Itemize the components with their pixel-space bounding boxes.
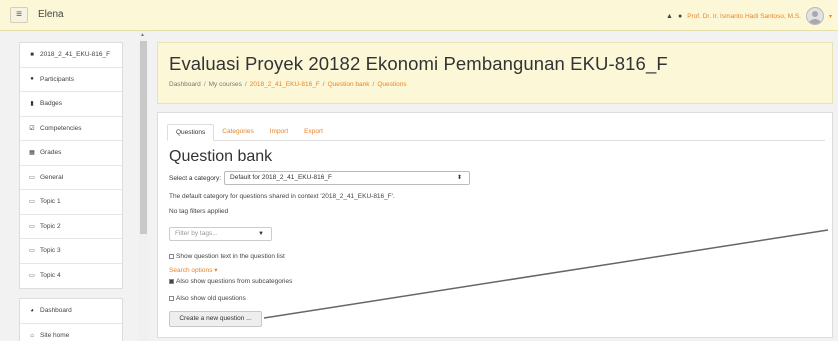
- tag-filter-placeholder: Filter by tags...: [175, 230, 218, 237]
- page-header: Evaluasi Proyek 20182 Ekonomi Pembanguna…: [157, 42, 833, 104]
- users-icon: ●: [30, 76, 34, 83]
- sidebar-item-general[interactable]: ▭ General: [20, 166, 122, 190]
- nav-drawer: ■ 2018_2_41_EKU-816_F ● Participants ▮ B…: [19, 42, 123, 341]
- category-info: The default category for questions share…: [169, 193, 395, 200]
- subcategories-option[interactable]: Also show questions from subcategories: [169, 278, 292, 285]
- scrollbar-thumb[interactable]: [140, 41, 147, 234]
- section-title: Question bank: [169, 148, 273, 165]
- sidebar-item-label: Grades: [40, 149, 62, 157]
- course-nav-group: ■ 2018_2_41_EKU-816_F ● Participants ▮ B…: [19, 42, 123, 289]
- user-menu: ▲ ● Prof. Dr. Ir. Ismanto Hadi Santoso, …: [666, 6, 832, 26]
- search-options-label: Search options: [169, 267, 213, 274]
- sidebar-item-label: 2018_2_41_EKU-816_F: [40, 51, 111, 59]
- hamburger-icon[interactable]: ≡: [10, 7, 28, 23]
- site-name[interactable]: Elena: [38, 9, 64, 20]
- subcategories-label: Also show questions from subcategories: [176, 278, 293, 285]
- old-questions-label: Also show old questions: [176, 295, 246, 302]
- sidebar-item-grades[interactable]: ▦ Grades: [20, 141, 122, 166]
- sidebar-item-label: Participants: [40, 75, 74, 83]
- top-navbar: ≡ Elena ▲ ● Prof. Dr. Ir. Ismanto Hadi S…: [0, 0, 838, 31]
- table-icon: ▦: [29, 150, 35, 157]
- message-icon[interactable]: ●: [678, 13, 682, 20]
- caret-down-icon: ▼: [258, 231, 264, 237]
- category-select[interactable]: Default for 2018_2_41_EKU-816_F ⬍: [224, 171, 471, 185]
- sidebar-item-competencies[interactable]: ☑ Competencies: [20, 117, 122, 141]
- tab-categories[interactable]: Categories: [214, 124, 261, 141]
- tab-import[interactable]: Import: [262, 124, 296, 141]
- sidebar-item-topic-1[interactable]: ▭ Topic 1: [20, 190, 122, 215]
- select-arrows-icon: ⬍: [457, 175, 463, 181]
- old-questions-option[interactable]: Also show old questions: [169, 295, 246, 302]
- avatar[interactable]: [805, 7, 824, 25]
- category-select-value: Default for 2018_2_41_EKU-816_F: [230, 174, 332, 181]
- sidebar-item-label: Topic 3: [40, 247, 61, 255]
- breadcrumb-dashboard[interactable]: Dashboard: [169, 81, 201, 88]
- folder-icon: ▭: [29, 273, 35, 280]
- graduation-cap-icon: ■: [30, 51, 34, 58]
- sidebar-item-label: Competencies: [40, 124, 82, 132]
- show-text-label: Show question text in the question list: [176, 253, 285, 260]
- sidebar-item-label: Site home: [40, 332, 70, 340]
- sidebar-item-participants[interactable]: ● Participants: [20, 68, 122, 92]
- show-text-option[interactable]: Show question text in the question list: [169, 253, 285, 260]
- dashboard-icon: ◕: [30, 307, 34, 314]
- question-bank-panel: Questions Categories Import Export Quest…: [157, 112, 833, 338]
- breadcrumb-course[interactable]: 2018_2_41_EKU-816_F: [250, 81, 320, 88]
- drawer-scrollbar[interactable]: ▲: [139, 31, 148, 341]
- old-questions-checkbox[interactable]: [169, 296, 174, 301]
- chevron-down-icon[interactable]: ▾: [829, 13, 832, 20]
- folder-icon: ▭: [29, 248, 35, 255]
- scroll-up-icon[interactable]: ▲: [140, 32, 145, 38]
- category-row: Select a category: Default for 2018_2_41…: [169, 171, 471, 185]
- folder-icon: ▭: [29, 174, 35, 181]
- bell-icon[interactable]: ▲: [666, 13, 673, 20]
- breadcrumb-my-courses[interactable]: My courses: [209, 81, 242, 88]
- sidebar-item-label: Badges: [40, 100, 63, 108]
- sidebar-item-label: Topic 1: [40, 198, 61, 206]
- sidebar-item-topic-2[interactable]: ▭ Topic 2: [20, 215, 122, 239]
- page-title: Evaluasi Proyek 20182 Ekonomi Pembanguna…: [169, 53, 668, 74]
- sidebar-item-course[interactable]: ■ 2018_2_41_EKU-816_F: [20, 43, 122, 68]
- show-text-checkbox[interactable]: [169, 254, 174, 259]
- breadcrumb-separator: /: [372, 81, 375, 88]
- sidebar-item-label: Topic 2: [40, 222, 61, 230]
- sidebar-item-topic-3[interactable]: ▭ Topic 3: [20, 239, 122, 264]
- home-icon: ⌂: [30, 332, 34, 339]
- category-label: Select a category:: [169, 174, 222, 182]
- sidebar-item-site-home[interactable]: ⌂ Site home: [20, 324, 122, 341]
- breadcrumb-separator: /: [322, 81, 325, 88]
- search-options-toggle[interactable]: Search options ▾: [169, 266, 217, 274]
- sidebar-item-label: Topic 4: [40, 272, 61, 280]
- sidebar-item-label: General: [40, 173, 64, 181]
- breadcrumb: Dashboard / My courses/2018_2_41_EKU-816_F…: [169, 81, 407, 88]
- breadcrumb-separator: /: [244, 81, 247, 88]
- breadcrumb-separator: /: [203, 81, 206, 88]
- sidebar-item-topic-4[interactable]: ▭ Topic 4: [20, 264, 122, 289]
- breadcrumb-questions[interactable]: Questions: [377, 81, 406, 88]
- chevron-down-icon: ▾: [214, 267, 218, 274]
- create-question-button[interactable]: Create a new question ...: [169, 311, 262, 327]
- tag-filter-input[interactable]: Filter by tags... ▼: [169, 227, 272, 241]
- site-nav-group: ◕ Dashboard ⌂ Site home: [19, 298, 123, 341]
- tag-filter-status: No tag filters applied: [169, 208, 229, 215]
- tab-questions[interactable]: Questions: [167, 124, 215, 141]
- subcategories-checkbox[interactable]: [169, 279, 174, 284]
- sidebar-item-label: Dashboard: [40, 307, 72, 315]
- tab-export[interactable]: Export: [296, 124, 331, 141]
- sidebar-item-dashboard[interactable]: ◕ Dashboard: [20, 299, 122, 324]
- folder-icon: ▭: [29, 199, 35, 206]
- sidebar-item-badges[interactable]: ▮ Badges: [20, 92, 122, 117]
- shield-icon: ▮: [30, 101, 34, 108]
- tab-bar: Questions Categories Import Export: [167, 124, 825, 141]
- folder-icon: ▭: [29, 223, 35, 230]
- checkbox-icon: ☑: [29, 125, 35, 132]
- user-name[interactable]: Prof. Dr. Ir. Ismanto Hadi Santoso, M.S.: [687, 13, 801, 20]
- breadcrumb-question-bank[interactable]: Question bank: [328, 81, 370, 88]
